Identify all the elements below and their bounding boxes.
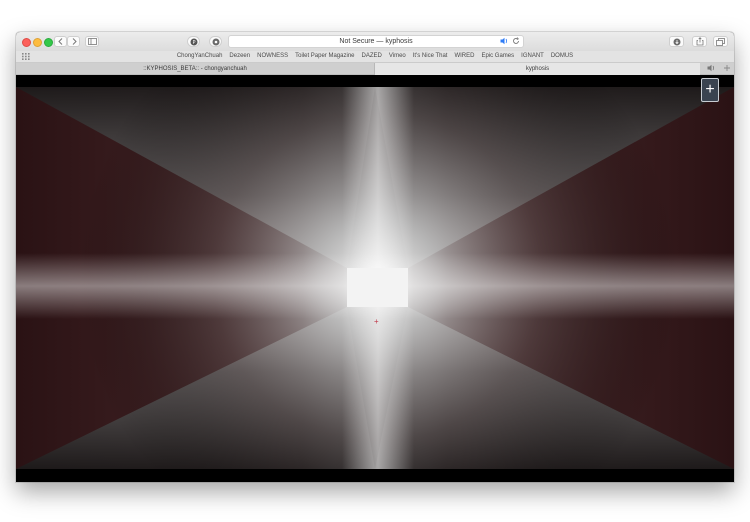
tab-kyphosis-beta[interactable]: ::KYPHOSIS_BETA:: - chongyanchuah [16,63,375,75]
speaker-icon[interactable] [500,37,509,47]
close-window-button[interactable] [22,38,31,47]
crosshair-icon: + [374,317,379,326]
bookmark-link[interactable]: WIRED [454,53,474,59]
new-tab-icon[interactable] [723,64,731,74]
tabs-icon [716,37,725,46]
share-button[interactable] [692,36,707,47]
bookmark-link[interactable]: DOMUS [551,53,573,59]
svg-text:P: P [192,40,195,46]
back-button[interactable] [54,36,67,47]
browser-toolbar: P Not Secure — kyphosis [16,32,734,51]
bookmark-list: ChongYanChuah Dezeen NOWNESS Toilet Pape… [16,53,734,59]
extension-icon [212,38,219,45]
bookmark-link[interactable]: ChongYanChuah [177,53,223,59]
show-tabs-button[interactable] [713,36,728,47]
address-bar[interactable]: Not Secure — kyphosis [228,35,524,48]
maximize-window-button[interactable] [44,38,53,47]
corridor-render [16,75,734,482]
sidebar-icon [87,38,97,45]
tab-kyphosis[interactable]: kyphosis [375,63,700,75]
bookmark-link[interactable]: Dezeen [229,53,250,59]
pinterest-icon: P [190,38,197,46]
bookmark-link[interactable]: Epic Games [481,53,514,59]
browser-window: P Not Secure — kyphosis ChongYanChuah De… [16,32,734,482]
download-icon [673,38,680,45]
chevron-right-icon [72,38,77,45]
pinterest-button[interactable]: P [187,36,200,47]
sidebar-button[interactable] [85,36,99,47]
chevron-left-icon [57,38,62,45]
bookmark-link[interactable]: NOWNESS [257,53,288,59]
bookmark-link[interactable]: Toilet Paper Magazine [295,53,354,59]
speaker-icon[interactable] [707,64,716,74]
bookmarks-bar: ChongYanChuah Dezeen NOWNESS Toilet Pape… [16,51,734,63]
share-icon [696,37,703,46]
bookmark-link[interactable]: DAZED [362,53,382,59]
add-button[interactable]: + [701,78,719,102]
bookmark-link[interactable]: IGNANT [521,53,544,59]
address-text: Not Secure — kyphosis [339,38,413,45]
tab-label: ::KYPHOSIS_BETA:: - chongyanchuah [143,66,247,72]
webgl-scene[interactable]: + + [16,75,734,482]
minimize-window-button[interactable] [33,38,42,47]
tab-label: kyphosis [525,66,550,72]
tab-bar: ::KYPHOSIS_BETA:: - chongyanchuah kyphos… [16,63,734,75]
download-button[interactable] [669,36,684,47]
bookmark-link[interactable]: It's Nice That [413,53,448,59]
reload-icon[interactable] [512,37,520,47]
forward-button[interactable] [67,36,80,47]
bookmark-link[interactable]: Vimeo [389,53,406,59]
extension-button[interactable] [209,36,222,47]
